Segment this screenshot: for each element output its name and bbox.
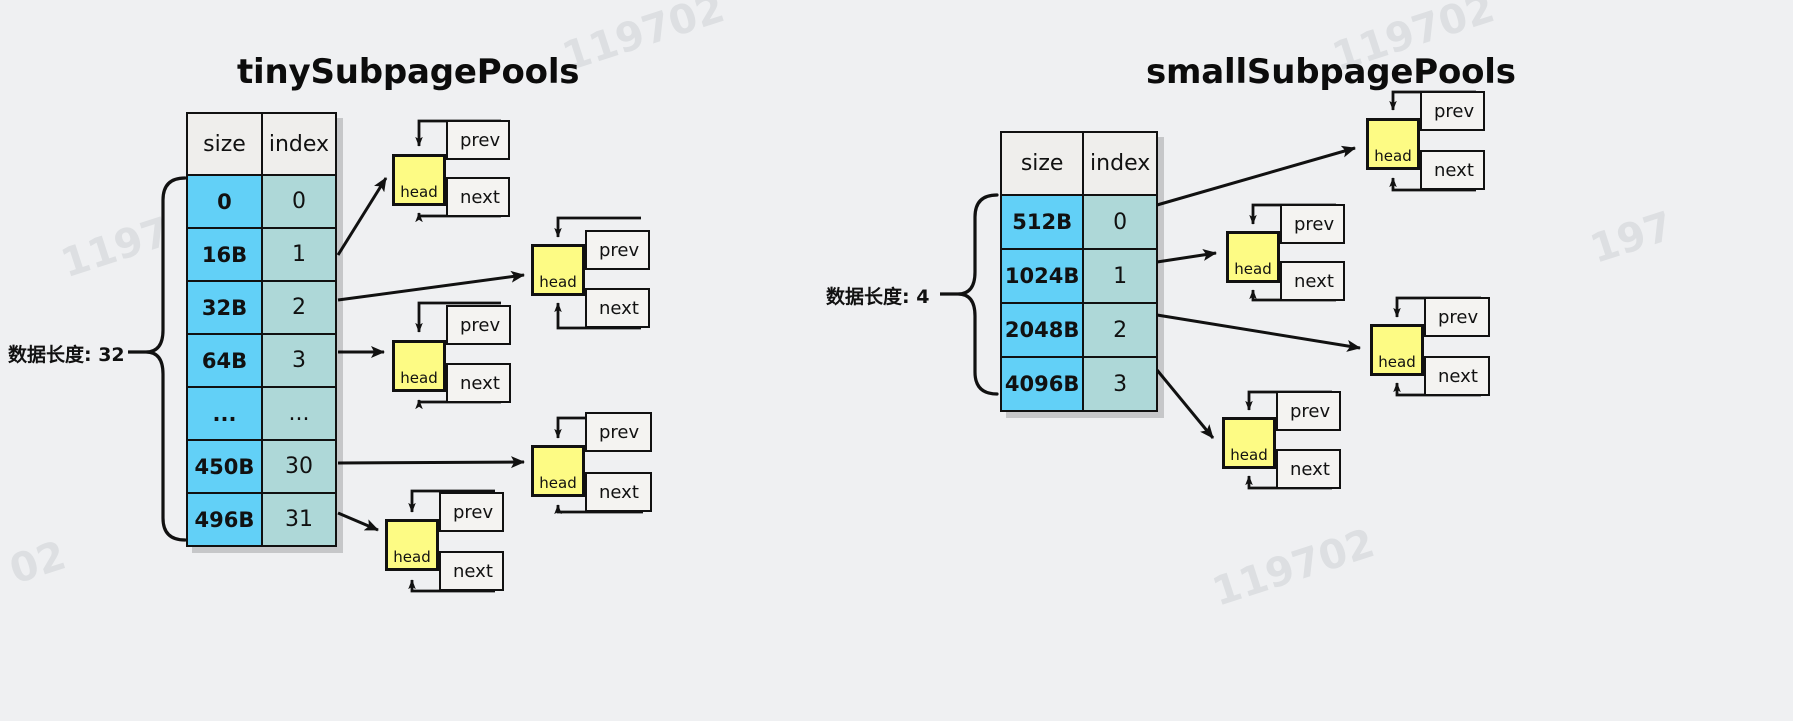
prev-field-box[interactable]: prev (439, 492, 504, 532)
column-header-size: size (186, 112, 263, 176)
table-row[interactable]: 4096B 3 (999, 356, 1158, 412)
cell-size: 496B (186, 492, 263, 547)
next-field-box[interactable]: next (1276, 449, 1341, 489)
cell-index: 0 (260, 174, 338, 229)
next-field-box[interactable]: next (585, 288, 650, 328)
head-node-box[interactable]: head (1366, 118, 1420, 170)
head-node-box[interactable]: head (392, 154, 446, 206)
prev-field-box[interactable]: prev (446, 120, 510, 160)
next-field-box[interactable]: next (1424, 356, 1490, 396)
prev-field-box[interactable]: prev (1424, 297, 1490, 337)
head-node-box[interactable]: head (531, 244, 585, 296)
head-node-box[interactable]: head (392, 340, 446, 392)
next-field-box[interactable]: next (1420, 150, 1485, 190)
watermark: 1197 (55, 208, 176, 288)
cell-index: 30 (260, 439, 338, 494)
table-row[interactable]: 450B 30 (186, 439, 338, 494)
cell-size: 450B (186, 439, 263, 494)
brace-label-tiny: 数据长度: 32 (8, 344, 125, 366)
cell-size: 1024B (999, 248, 1085, 304)
prev-field-box[interactable]: prev (1276, 391, 1341, 431)
page-title-small: smallSubpagePools (1146, 52, 1516, 92)
diagram-canvas: 119702 119702 1197 197 02 119702 tinySub… (0, 0, 1793, 721)
table-row[interactable]: 496B 31 (186, 492, 338, 547)
cell-size: 2048B (999, 302, 1085, 358)
table-row[interactable]: 512B 0 (999, 194, 1158, 250)
cell-size: 512B (999, 194, 1085, 250)
prev-field-box[interactable]: prev (1280, 204, 1345, 244)
watermark: 119702 (1206, 520, 1381, 616)
cell-index: 1 (1082, 248, 1158, 304)
cell-index: 1 (260, 227, 338, 282)
head-node-box[interactable]: head (385, 519, 439, 571)
watermark: 119702 (556, 0, 731, 81)
head-node-box[interactable]: head (531, 445, 585, 497)
table-row[interactable]: ... ... (186, 386, 338, 441)
table-header-row: size index (999, 131, 1158, 196)
next-field-box[interactable]: next (446, 363, 511, 403)
column-header-index: index (1082, 131, 1158, 196)
page-title-tiny: tinySubpagePools (237, 52, 580, 92)
cell-index: 2 (1082, 302, 1158, 358)
cell-index: 31 (260, 492, 338, 547)
prev-field-box[interactable]: prev (1420, 91, 1485, 131)
head-node-box[interactable]: head (1222, 417, 1276, 469)
head-node-box[interactable]: head (1370, 324, 1424, 376)
cell-index: 0 (1082, 194, 1158, 250)
cell-index-ellipsis: ... (260, 386, 338, 441)
table-row[interactable]: 16B 1 (186, 227, 338, 282)
next-field-box[interactable]: next (446, 177, 510, 217)
prev-field-box[interactable]: prev (585, 230, 650, 270)
tiny-subpage-pools-table: size index 0 0 16B 1 32B 2 64B 3 ... ...… (186, 112, 338, 547)
prev-field-box[interactable]: prev (446, 305, 511, 345)
prev-field-box[interactable]: prev (585, 412, 652, 452)
cell-size: 4096B (999, 356, 1085, 412)
table-row[interactable]: 2048B 2 (999, 302, 1158, 358)
table-row[interactable]: 0 0 (186, 174, 338, 229)
watermark: 02 (4, 532, 72, 594)
cell-size: 32B (186, 280, 263, 335)
next-field-box[interactable]: next (585, 472, 652, 512)
small-subpage-pools-table: size index 512B 0 1024B 1 2048B 2 4096B … (999, 131, 1158, 412)
brace-label-small: 数据长度: 4 (826, 286, 930, 308)
cell-size-ellipsis: ... (186, 386, 263, 441)
cell-index: 3 (1082, 356, 1158, 412)
table-row[interactable]: 32B 2 (186, 280, 338, 335)
cell-size: 64B (186, 333, 263, 388)
next-field-box[interactable]: next (1280, 261, 1345, 301)
head-node-box[interactable]: head (1226, 231, 1280, 283)
watermark: 197 (1584, 203, 1679, 273)
cell-size: 16B (186, 227, 263, 282)
cell-index: 2 (260, 280, 338, 335)
table-row[interactable]: 64B 3 (186, 333, 338, 388)
next-field-box[interactable]: next (439, 551, 504, 591)
table-header-row: size index (186, 112, 338, 176)
column-header-size: size (999, 131, 1085, 196)
table-row[interactable]: 1024B 1 (999, 248, 1158, 304)
cell-index: 3 (260, 333, 338, 388)
column-header-index: index (260, 112, 338, 176)
cell-size: 0 (186, 174, 263, 229)
